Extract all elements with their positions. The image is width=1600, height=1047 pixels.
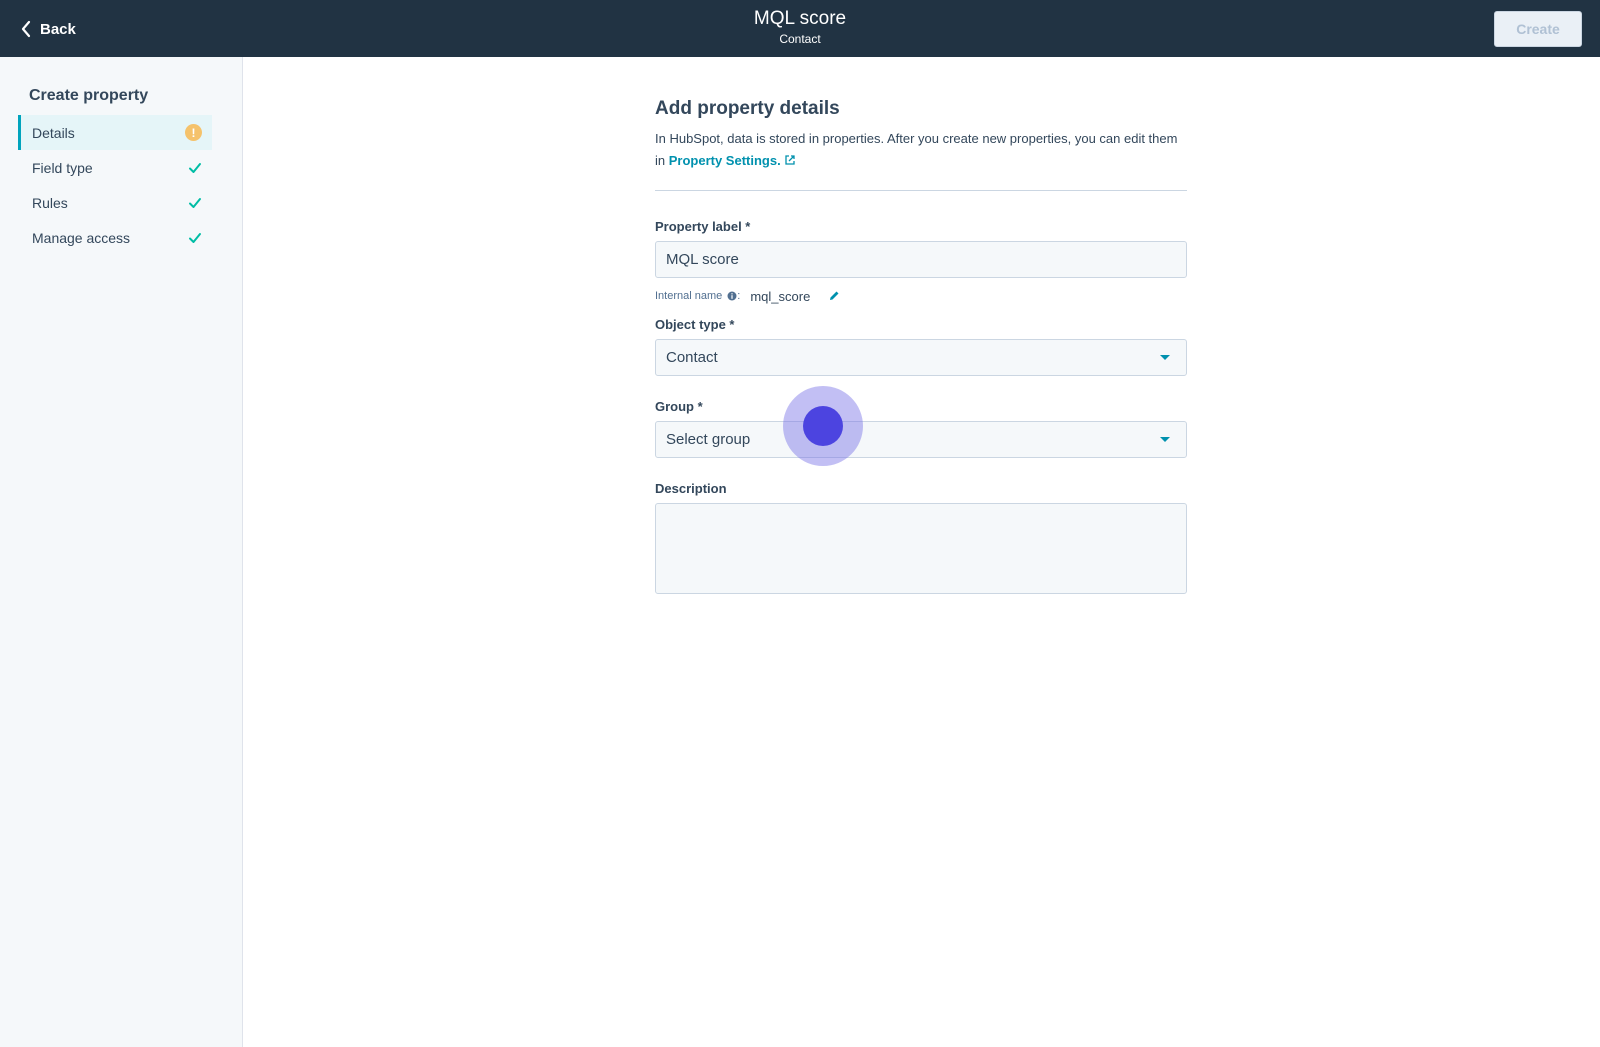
internal-name-label: Internal name <box>655 290 723 302</box>
property-label-input[interactable]: MQL score <box>655 241 1187 278</box>
sidebar-item-rules[interactable]: Rules <box>18 185 212 220</box>
sidebar-title: Create property <box>29 87 149 104</box>
sidebar-steps: Details ! Field type Rules Manage access <box>18 115 212 255</box>
object-type-value: Contact <box>666 349 718 366</box>
internal-name-row: Internal name : mql_score <box>655 288 1187 304</box>
sidebar-item-label: Rules <box>32 194 68 211</box>
sidebar-item-label: Field type <box>32 159 93 176</box>
sidebar-item-details[interactable]: Details ! <box>18 115 212 150</box>
section-heading: Add property details <box>655 98 840 119</box>
internal-name-value: mql_score <box>750 288 811 304</box>
sidebar: Create property Details ! Field type Rul… <box>0 57 243 1047</box>
sidebar-item-label: Details <box>32 124 75 141</box>
click-indicator-dot <box>803 406 843 446</box>
pencil-icon[interactable] <box>828 290 840 302</box>
intro-paragraph: In HubSpot, data is stored in properties… <box>655 128 1187 172</box>
check-icon <box>189 197 201 208</box>
page-subtitle: Contact <box>779 32 821 46</box>
internal-name-separator: : <box>737 290 741 302</box>
property-settings-link[interactable]: Property Settings. <box>669 153 781 168</box>
header-title-group: MQL score Contact <box>0 8 1600 48</box>
group-label: Group * <box>655 399 703 414</box>
info-icon[interactable] <box>727 291 737 301</box>
divider <box>655 190 1187 191</box>
property-label-label: Property label * <box>655 219 751 234</box>
create-button[interactable]: Create <box>1494 11 1582 47</box>
top-bar: Back MQL score Contact Create <box>0 0 1600 57</box>
sidebar-item-field-type[interactable]: Field type <box>18 150 212 185</box>
object-type-select[interactable]: Contact <box>655 339 1187 376</box>
check-icon <box>189 232 201 243</box>
check-icon <box>189 162 201 173</box>
sidebar-item-label: Manage access <box>32 229 131 246</box>
click-indicator <box>783 386 863 466</box>
chevron-down-icon <box>1160 355 1170 360</box>
description-textarea[interactable] <box>655 503 1187 594</box>
property-label-value: MQL score <box>666 251 739 268</box>
description-label: Description <box>655 481 727 496</box>
object-type-label: Object type * <box>655 317 735 332</box>
chevron-down-icon <box>1160 437 1170 442</box>
page-title: MQL score <box>753 8 847 29</box>
property-details-form: Add property details In HubSpot, data is… <box>655 95 1187 599</box>
sidebar-item-manage-access[interactable]: Manage access <box>18 220 212 255</box>
warning-icon: ! <box>185 124 202 141</box>
external-link-icon[interactable] <box>784 154 796 166</box>
group-select[interactable]: Select group <box>655 421 1187 458</box>
group-value: Select group <box>666 431 751 448</box>
